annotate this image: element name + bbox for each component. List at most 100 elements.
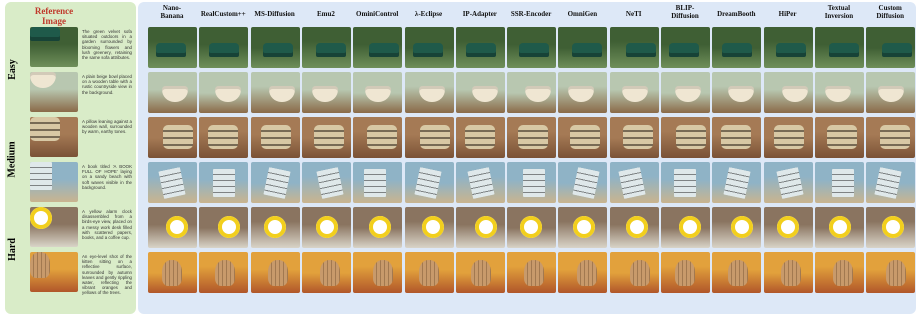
result-thumbnail-sofa xyxy=(558,27,608,68)
result-thumbnail-pillow xyxy=(866,117,916,158)
result-thumbnail-kitten xyxy=(404,252,454,293)
result-thumbnail-clock xyxy=(712,207,762,248)
bowl-figure xyxy=(781,86,808,102)
bowl-figure xyxy=(268,86,295,102)
result-thumbnail-clock xyxy=(455,207,505,248)
result-thumbnail-pillow xyxy=(558,117,608,158)
kitten-figure xyxy=(629,260,650,286)
result-thumbnail-bowl xyxy=(507,72,557,113)
pillow-figure xyxy=(774,125,805,149)
result-thumbnail-kitten xyxy=(609,252,659,293)
result-thumbnail-bowl xyxy=(866,72,916,113)
pillow-figure xyxy=(208,125,239,149)
clock-figure xyxy=(422,216,444,238)
book-figure xyxy=(618,167,646,199)
result-thumbnail-book xyxy=(661,162,710,203)
pillow-figure xyxy=(623,125,654,149)
result-thumbnail-kitten xyxy=(455,252,505,293)
result-thumbnail-kitten xyxy=(507,252,557,293)
result-thumbnail-book xyxy=(609,162,659,203)
sofa-figure xyxy=(30,27,60,41)
result-thumbnail-kitten xyxy=(814,252,864,293)
bowl-figure xyxy=(311,86,338,102)
kitten-figure xyxy=(727,260,748,286)
clock-figure xyxy=(776,216,799,238)
result-thumbnail-sofa xyxy=(712,27,762,68)
method-header: MS-Diffusion xyxy=(254,10,295,18)
result-thumbnail-pillow xyxy=(814,117,864,158)
sofa-figure xyxy=(625,43,656,57)
result-thumbnail-book xyxy=(148,162,197,203)
result-thumbnail-bowl xyxy=(250,72,300,113)
bowl-figure xyxy=(878,86,905,102)
sofa-figure xyxy=(315,43,346,57)
sofa-figure xyxy=(519,43,550,57)
result-thumbnail-kitten xyxy=(763,252,813,293)
result-thumbnail-bowl xyxy=(661,72,710,113)
reference-caption: A plain beige bowl placed on a wooden ta… xyxy=(82,74,132,95)
sofa-figure xyxy=(828,43,859,57)
result-thumbnail-pillow xyxy=(353,117,403,158)
sofa-figure xyxy=(882,43,913,57)
result-thumbnail-book xyxy=(455,162,505,203)
book-figure xyxy=(723,167,751,199)
sofa-figure xyxy=(412,43,443,57)
kitten-figure xyxy=(524,260,545,286)
book-figure xyxy=(673,169,696,197)
method-header: BLIP- Diffusion xyxy=(671,4,699,20)
result-thumbnail-pillow xyxy=(609,117,659,158)
result-thumbnail-pillow xyxy=(763,117,813,158)
pillow-figure xyxy=(517,125,548,149)
clock-figure xyxy=(263,216,286,238)
pillow-figure xyxy=(826,125,857,149)
method-header: OminiControl xyxy=(356,10,399,18)
reference-image-kitten xyxy=(30,252,78,292)
result-thumbnail-pillow xyxy=(404,117,454,158)
clock-figure xyxy=(731,216,754,238)
bowl-figure xyxy=(728,86,755,102)
bowl-figure xyxy=(471,86,498,102)
result-thumbnail-bowl xyxy=(814,72,864,113)
result-thumbnail-clock xyxy=(199,207,249,248)
kitten-figure xyxy=(418,260,439,286)
method-header: IP-Adapter xyxy=(462,10,497,18)
reference-caption: A yellow alarm clock disassembled from a… xyxy=(82,209,132,241)
result-thumbnail-clock xyxy=(558,207,608,248)
pillow-figure xyxy=(676,125,706,149)
sofa-figure xyxy=(465,43,496,57)
bowl-figure xyxy=(215,86,242,102)
result-thumbnail-book xyxy=(558,162,608,203)
result-thumbnail-sofa xyxy=(763,27,813,68)
reference-image-bowl xyxy=(30,72,78,112)
result-thumbnail-bowl xyxy=(404,72,454,113)
clock-figure xyxy=(882,216,905,238)
bowl-figure xyxy=(365,86,392,102)
result-thumbnail-book xyxy=(866,162,916,203)
result-thumbnail-bowl xyxy=(199,72,249,113)
result-thumbnail-pillow xyxy=(250,117,300,158)
clock-figure xyxy=(30,207,52,229)
pillow-figure xyxy=(721,125,752,149)
result-thumbnail-sofa xyxy=(866,27,916,68)
clock-figure xyxy=(829,216,852,238)
result-thumbnail-pillow xyxy=(199,117,249,158)
kitten-figure xyxy=(833,260,854,286)
book-figure xyxy=(157,167,186,199)
result-thumbnail-bowl xyxy=(763,72,813,113)
book-figure xyxy=(776,167,804,199)
reference-caption: The green velvet sofa situated outdoors … xyxy=(82,29,132,61)
result-thumbnail-book xyxy=(301,162,351,203)
book-figure xyxy=(467,167,495,199)
sofa-figure xyxy=(722,43,753,57)
result-thumbnail-bowl xyxy=(609,72,659,113)
method-header: DreamBooth xyxy=(717,10,756,18)
result-thumbnail-pillow xyxy=(455,117,505,158)
kitten-figure xyxy=(576,260,597,286)
result-thumbnail-bowl xyxy=(712,72,762,113)
method-header: HiPer xyxy=(778,10,797,18)
result-thumbnail-book xyxy=(814,162,864,203)
sofa-figure xyxy=(775,43,806,57)
result-thumbnail-book xyxy=(507,162,557,203)
clock-figure xyxy=(218,216,241,238)
result-thumbnail-sofa xyxy=(353,27,403,68)
